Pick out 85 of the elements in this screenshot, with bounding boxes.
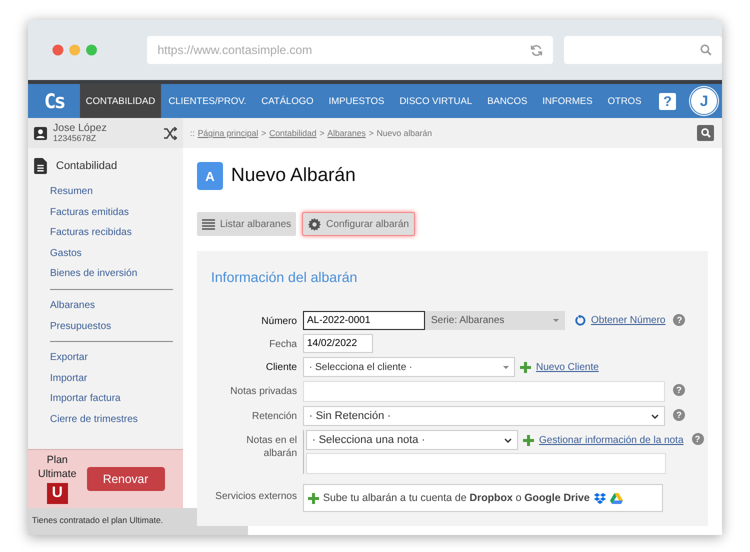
avatar[interactable]: J bbox=[690, 87, 718, 115]
search-icon[interactable] bbox=[700, 44, 712, 56]
search-button[interactable] bbox=[697, 125, 714, 141]
list-icon bbox=[202, 218, 215, 230]
client-dropdown[interactable]: · Selecciona el cliente · bbox=[303, 357, 515, 377]
field-label: Notas privadas bbox=[229, 385, 298, 398]
breadcrumb-text: :: bbox=[190, 128, 195, 138]
toolbar-button[interactable]: Listar albaranes bbox=[197, 212, 296, 236]
sidebar-link[interactable]: Presupuestos bbox=[50, 316, 173, 338]
logo[interactable]: Cs bbox=[28, 89, 80, 113]
nav-tab[interactable]: IMPUESTOS bbox=[321, 84, 392, 118]
plan-label: Plan bbox=[46, 454, 68, 468]
plus-icon bbox=[523, 434, 534, 446]
sidebar-link[interactable]: Importar factura bbox=[50, 389, 173, 410]
nav-tab[interactable]: CONTABILIDAD bbox=[80, 84, 161, 118]
help-icon[interactable]: ? bbox=[673, 409, 685, 421]
gear-icon bbox=[308, 218, 322, 230]
chevron-down-icon bbox=[504, 438, 512, 442]
breadcrumb-text: > bbox=[261, 128, 266, 138]
sidebar-link[interactable]: Facturas recibidas bbox=[50, 223, 173, 244]
external-services-box[interactable]: Sube tu albarán a tu cuenta de Dropbox o Google Drive bbox=[303, 484, 663, 512]
shuffle-icon[interactable] bbox=[163, 126, 177, 140]
refresh-icon[interactable] bbox=[530, 44, 543, 56]
field-label: Número bbox=[260, 315, 298, 328]
plus-icon bbox=[520, 362, 531, 372]
help-icon[interactable]: ? bbox=[659, 92, 676, 110]
breadcrumb-text: > bbox=[319, 128, 324, 138]
breadcrumb-link[interactable]: Página principal bbox=[198, 128, 258, 138]
breadcrumb-link[interactable]: Albaranes bbox=[327, 128, 366, 138]
sidebar-link[interactable]: Bienes de inversión bbox=[50, 264, 173, 285]
sidebar-link[interactable]: Cierre de trimestres bbox=[50, 410, 173, 431]
chevron-down-icon bbox=[651, 414, 659, 418]
help-icon[interactable]: ? bbox=[692, 433, 704, 445]
toolbar-button[interactable]: Configurar albarán bbox=[302, 212, 415, 236]
manage-note-link[interactable]: Gestionar información de la nota bbox=[539, 434, 684, 446]
search-field[interactable] bbox=[564, 36, 722, 64]
sidebar-link[interactable]: Facturas emitidas bbox=[50, 202, 173, 224]
nav-tab[interactable]: BANCOS bbox=[480, 84, 535, 118]
url-text: https://www.contasimple.com bbox=[157, 43, 312, 57]
number-input[interactable]: AL-2022-0001 bbox=[303, 311, 425, 330]
form-title: Información del albarán bbox=[211, 269, 358, 285]
field-label: Servicios externos bbox=[214, 490, 298, 503]
private-notes-field[interactable] bbox=[303, 381, 665, 402]
user-name: Jose López bbox=[53, 122, 108, 134]
field-label: Cliente bbox=[264, 361, 298, 374]
note-dropdown[interactable]: · Selecciona una nota · bbox=[306, 430, 518, 450]
nav-tab[interactable]: CATÁLOGO bbox=[254, 84, 322, 118]
renew-button[interactable]: Renovar bbox=[86, 467, 165, 491]
plus-icon bbox=[308, 492, 319, 504]
nav-tab[interactable]: CLIENTES/PROV. bbox=[161, 84, 254, 118]
help-icon[interactable]: ? bbox=[673, 384, 685, 396]
window-controls-icon[interactable] bbox=[52, 44, 98, 56]
note-field[interactable] bbox=[306, 453, 666, 474]
sidebar-link[interactable]: Resumen bbox=[50, 182, 173, 203]
help-icon[interactable]: ? bbox=[673, 314, 686, 326]
nav-tab[interactable]: OTROS bbox=[600, 84, 649, 118]
user-icon bbox=[34, 126, 47, 140]
dropbox-icon[interactable] bbox=[594, 492, 606, 504]
document-icon bbox=[34, 158, 47, 174]
drive-icon[interactable] bbox=[610, 492, 623, 504]
user-id: 12345678Z bbox=[53, 134, 96, 144]
series-dropdown[interactable]: Serie: Albaranes bbox=[425, 311, 565, 330]
sidebar-link[interactable]: Exportar bbox=[50, 348, 173, 369]
refresh-icon[interactable] bbox=[575, 315, 586, 326]
nav-tab[interactable]: INFORMES bbox=[534, 84, 600, 118]
breadcrumb-text: Nuevo albarán bbox=[376, 128, 432, 138]
new-client-link[interactable]: Nuevo Cliente bbox=[536, 362, 599, 372]
page-icon: A bbox=[197, 162, 223, 190]
retention-dropdown[interactable]: · Sin Retención · bbox=[303, 406, 665, 426]
plan-name: Ultimate bbox=[38, 468, 77, 482]
breadcrumb-link[interactable]: Contabilidad bbox=[269, 128, 316, 138]
section-title: Contabilidad bbox=[56, 160, 118, 172]
field-label: Notas en el albarán bbox=[245, 434, 298, 460]
page-title: Nuevo Albarán bbox=[231, 165, 356, 187]
get-number-link[interactable]: Obtener Número bbox=[591, 315, 666, 326]
plan-badge: U bbox=[46, 482, 68, 504]
sidebar-link[interactable]: Gastos bbox=[50, 244, 173, 264]
date-input[interactable]: 14/02/2022 bbox=[303, 334, 373, 353]
nav-tab[interactable]: DISCO VIRTUAL bbox=[392, 84, 480, 118]
field-label: Retención bbox=[250, 410, 298, 423]
sidebar-link[interactable]: Importar bbox=[50, 368, 173, 390]
field-label: Fecha bbox=[268, 338, 298, 351]
breadcrumb-text: > bbox=[368, 128, 374, 138]
upload-text: Sube tu albarán a tu cuenta de Dropbox o Google Drive bbox=[323, 492, 590, 504]
sidebar-link[interactable]: Albaranes bbox=[50, 296, 173, 317]
